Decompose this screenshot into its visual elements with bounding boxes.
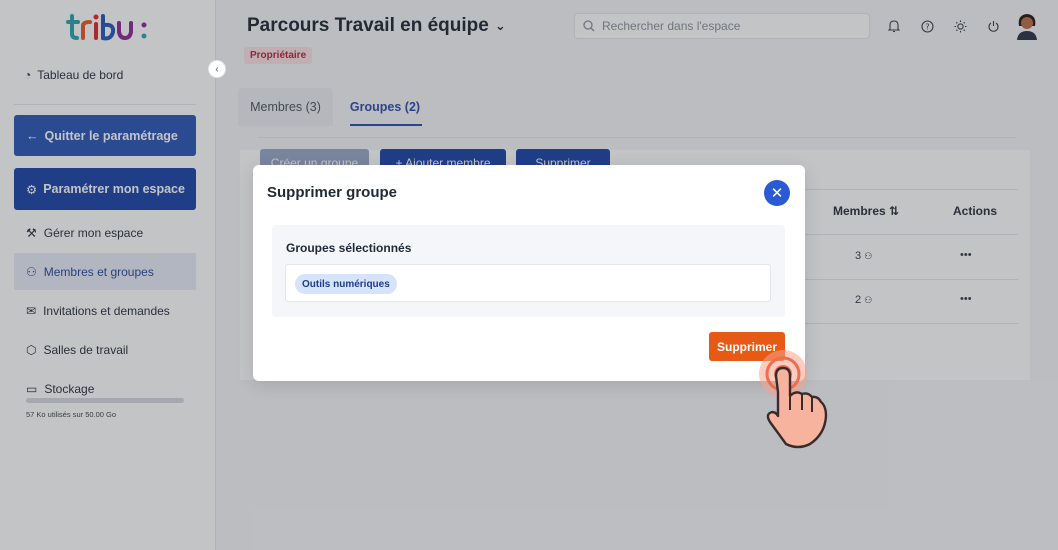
delete-group-modal: Supprimer groupe ✕ Groupes sélectionnés …: [253, 165, 805, 381]
selected-groups-field[interactable]: Outils numériques: [285, 264, 771, 302]
group-chip: Outils numériques: [295, 274, 397, 294]
tap-hand-icon: [759, 350, 828, 449]
modal-title: Supprimer groupe: [267, 184, 398, 201]
chevron-left-icon: ‹: [215, 63, 219, 75]
close-button[interactable]: ✕: [764, 180, 790, 206]
selected-groups-section: Groupes sélectionnés Outils numériques: [272, 225, 785, 317]
close-icon: ✕: [770, 185, 784, 202]
collapse-sidebar-button[interactable]: ‹: [208, 60, 226, 78]
selected-groups-label: Groupes sélectionnés: [286, 241, 412, 255]
